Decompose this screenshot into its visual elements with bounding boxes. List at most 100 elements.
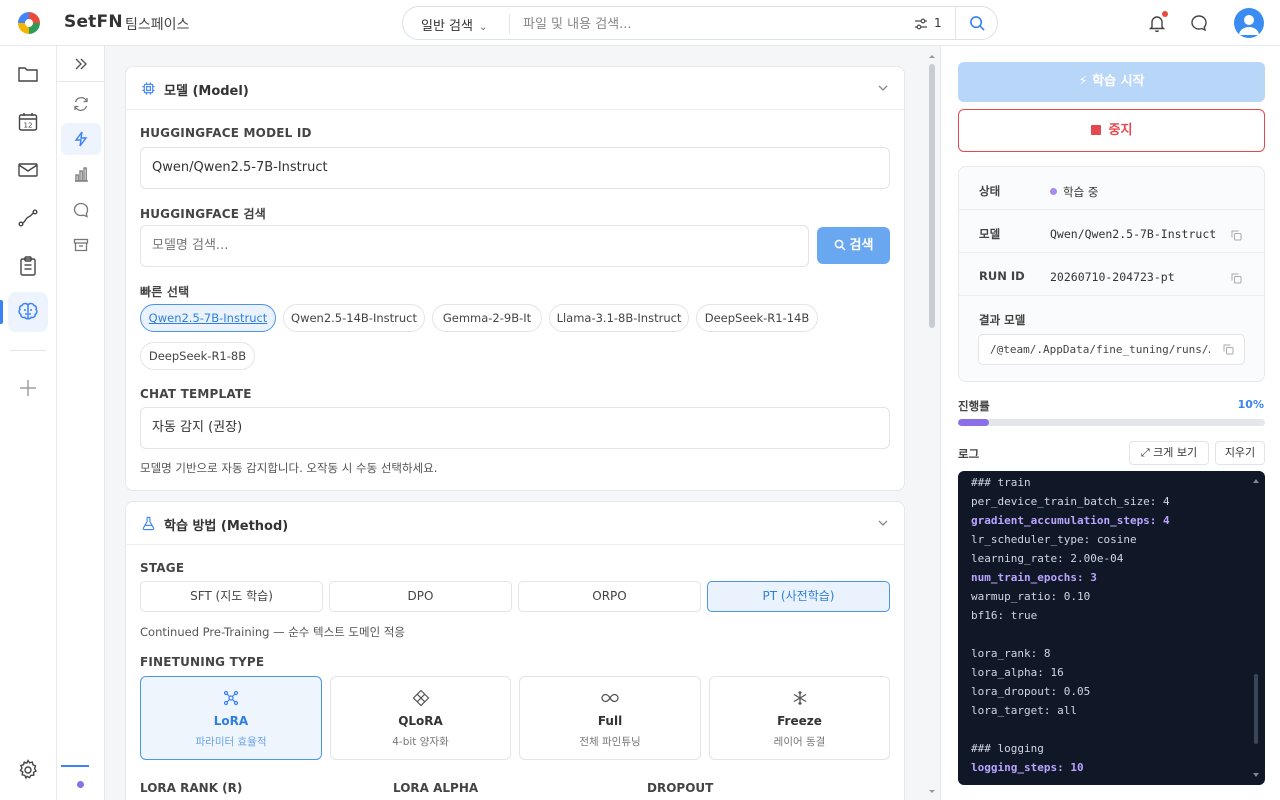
chat-bubble-icon[interactable] bbox=[1189, 13, 1209, 33]
quick-chip-deepseek-r1-14b[interactable]: DeepSeek-R1-14B bbox=[696, 304, 818, 332]
double-chevron-right-icon[interactable] bbox=[72, 55, 90, 73]
quick-chip-gemma-2-9b[interactable]: Gemma-2-9B-It bbox=[432, 304, 542, 332]
brand-name[interactable]: SetFN bbox=[64, 12, 123, 32]
log-line: learning_rate: 2.00e-04 bbox=[971, 552, 1124, 565]
user-avatar[interactable] bbox=[1234, 8, 1264, 38]
divider bbox=[10, 350, 46, 351]
log-line: logging_steps: 10 bbox=[971, 761, 1084, 774]
model-value: Qwen/Qwen2.5-7B-Instruct bbox=[1050, 227, 1217, 241]
expand-log-button[interactable]: ⤢ 크게 보기 bbox=[1129, 441, 1209, 465]
dropout-label: DROPOUT bbox=[647, 781, 714, 795]
plus-icon[interactable] bbox=[16, 376, 40, 400]
log-console[interactable]: ### train per_device_train_batch_size: 4 g… bbox=[958, 471, 1265, 785]
global-search-bar: 일반 검색 ⌄ 1 bbox=[402, 6, 998, 40]
refresh-icon[interactable] bbox=[72, 95, 90, 113]
clear-log-button[interactable]: 지우기 bbox=[1215, 441, 1265, 465]
workflow-icon[interactable] bbox=[16, 206, 40, 230]
chevron-down-icon[interactable] bbox=[877, 82, 889, 94]
user-icon bbox=[1239, 15, 1259, 35]
quick-chip-deepseek-r1-8b[interactable]: DeepSeek-R1-8B bbox=[140, 342, 255, 370]
workspace-name[interactable]: 팀스페이스 bbox=[125, 14, 189, 34]
hf-search-button[interactable]: 검색 bbox=[817, 227, 890, 264]
finetuning-full-option[interactable]: Full 전체 파인튜닝 bbox=[519, 676, 701, 760]
search-icon[interactable] bbox=[969, 15, 986, 32]
stage-pt-button[interactable]: PT (사전학습) bbox=[707, 581, 890, 612]
quick-chip-qwen2.5-7b[interactable]: Qwen2.5-7B-Instruct bbox=[140, 304, 276, 332]
hf-model-id-input[interactable]: Qwen/Qwen2.5-7B-Instruct bbox=[140, 147, 890, 189]
quick-chip-qwen2.5-14b[interactable]: Qwen2.5-14B-Instruct bbox=[283, 304, 425, 332]
app-logo[interactable] bbox=[18, 12, 40, 34]
clipboard-icon[interactable] bbox=[16, 254, 40, 278]
divider bbox=[955, 7, 956, 39]
stage-dpo-button[interactable]: DPO bbox=[329, 581, 512, 612]
log-line: bf16: true bbox=[971, 609, 1038, 622]
chat-template-select[interactable]: 자동 감지 (권장) bbox=[140, 407, 890, 449]
stage-sft-button[interactable]: SFT (지도 학습) bbox=[140, 581, 323, 612]
mail-icon[interactable] bbox=[16, 158, 40, 182]
status-dot bbox=[1050, 188, 1057, 195]
diamond-grid-icon bbox=[412, 689, 429, 707]
stop-button[interactable]: 중지 bbox=[958, 109, 1265, 152]
run-id-value: 20260710-204723-pt bbox=[1050, 270, 1175, 284]
bar-chart-icon[interactable] bbox=[72, 165, 90, 183]
search-mode-dropdown[interactable]: 일반 검색 ⌄ bbox=[421, 15, 487, 34]
active-indicator bbox=[0, 300, 3, 324]
log-line: lora_target: all bbox=[971, 704, 1077, 717]
info-row-model: 모델 Qwen/Qwen2.5-7B-Instruct bbox=[959, 210, 1264, 253]
model-card-title: 모델 (Model) bbox=[164, 84, 249, 99]
main-scrollbar-thumb[interactable] bbox=[929, 64, 935, 328]
finetuning-option-title: LoRA bbox=[213, 714, 249, 728]
top-bar: SetFN 팀스페이스 일반 검색 ⌄ 1 bbox=[0, 0, 1280, 46]
notification-dot bbox=[1162, 11, 1168, 17]
start-training-button[interactable]: ⚡ 학습 시작 bbox=[958, 62, 1265, 102]
search-input[interactable] bbox=[523, 12, 903, 36]
progress-bar bbox=[958, 419, 1265, 426]
chat-bubble-icon[interactable] bbox=[72, 201, 90, 219]
stage-hint: Continued Pre-Training — 순수 텍스트 도메인 적응 bbox=[140, 625, 405, 639]
model-card: 모델 (Model) HUGGINGFACE MODEL ID Qwen/Qwe… bbox=[125, 66, 905, 491]
log-line: num_train_epochs: 3 bbox=[971, 571, 1097, 584]
filter-count: 1 bbox=[934, 16, 942, 30]
folder-icon[interactable] bbox=[16, 62, 40, 86]
settings-gear-icon[interactable] bbox=[16, 758, 40, 782]
finetuning-type-label: FINETUNING TYPE bbox=[140, 655, 265, 669]
result-model-key: 결과 모델 bbox=[979, 313, 1026, 327]
finetuning-option-subtitle: 레이어 동결 bbox=[773, 736, 826, 748]
method-card-header[interactable]: 학습 방법 (Method) bbox=[126, 502, 904, 545]
quick-chip-llama-3.1-8b[interactable]: Llama-3.1-8B-Instruct bbox=[549, 304, 689, 332]
copy-icon[interactable] bbox=[1231, 230, 1242, 241]
infinity-icon bbox=[601, 693, 619, 703]
hf-search-input[interactable]: 모델명 검색... bbox=[140, 225, 809, 267]
model-card-header[interactable]: 모델 (Model) bbox=[126, 67, 904, 110]
lora-alpha-label: LORA ALPHA bbox=[393, 781, 479, 795]
finetuning-option-title: QLoRA bbox=[398, 714, 443, 728]
lightning-icon[interactable] bbox=[72, 130, 90, 148]
stage-label: STAGE bbox=[140, 561, 185, 575]
expand-log-label: 크게 보기 bbox=[1153, 446, 1198, 459]
copy-icon[interactable] bbox=[1223, 344, 1234, 355]
hf-search-label: HUGGINGFACE 검색 bbox=[140, 207, 267, 221]
stage-orpo-button[interactable]: ORPO bbox=[518, 581, 701, 612]
log-scrollbar-thumb[interactable] bbox=[1254, 674, 1258, 744]
archive-box-icon[interactable] bbox=[72, 236, 90, 254]
info-row-status: 상태 학습 중 bbox=[959, 167, 1264, 210]
progress-percent: 10% bbox=[1237, 398, 1264, 411]
expand-icon: ⤢ bbox=[1140, 446, 1150, 459]
finetuning-freeze-option[interactable]: Freeze 레이어 동결 bbox=[709, 676, 890, 760]
finetuning-qlora-option[interactable]: QLoRA 4-bit 양자화 bbox=[330, 676, 511, 760]
log-line: lora_alpha: 16 bbox=[971, 666, 1064, 679]
finetuning-lora-option[interactable]: LoRA 파라미터 효율적 bbox=[140, 676, 322, 760]
copy-icon[interactable] bbox=[1231, 273, 1242, 284]
stop-button-label: 중지 bbox=[1108, 123, 1133, 138]
calendar-icon[interactable]: 12 bbox=[16, 110, 40, 134]
chevron-down-icon[interactable] bbox=[877, 517, 889, 529]
svg-text:12: 12 bbox=[24, 122, 33, 130]
finetuning-option-subtitle: 4-bit 양자화 bbox=[392, 736, 449, 748]
filter-sliders-icon[interactable] bbox=[913, 16, 929, 32]
lora-rank-label: LORA RANK (R) bbox=[140, 781, 243, 795]
finetuning-option-title: Full bbox=[597, 714, 623, 728]
brain-ai-icon[interactable] bbox=[16, 300, 40, 324]
run-id-key: RUN ID bbox=[979, 269, 1025, 283]
info-row-run-id: RUN ID 20260710-204723-pt bbox=[959, 253, 1264, 296]
run-info-box: 상태 학습 중 모델 Qwen/Qwen2.5-7B-Instruct RUN … bbox=[958, 166, 1265, 382]
